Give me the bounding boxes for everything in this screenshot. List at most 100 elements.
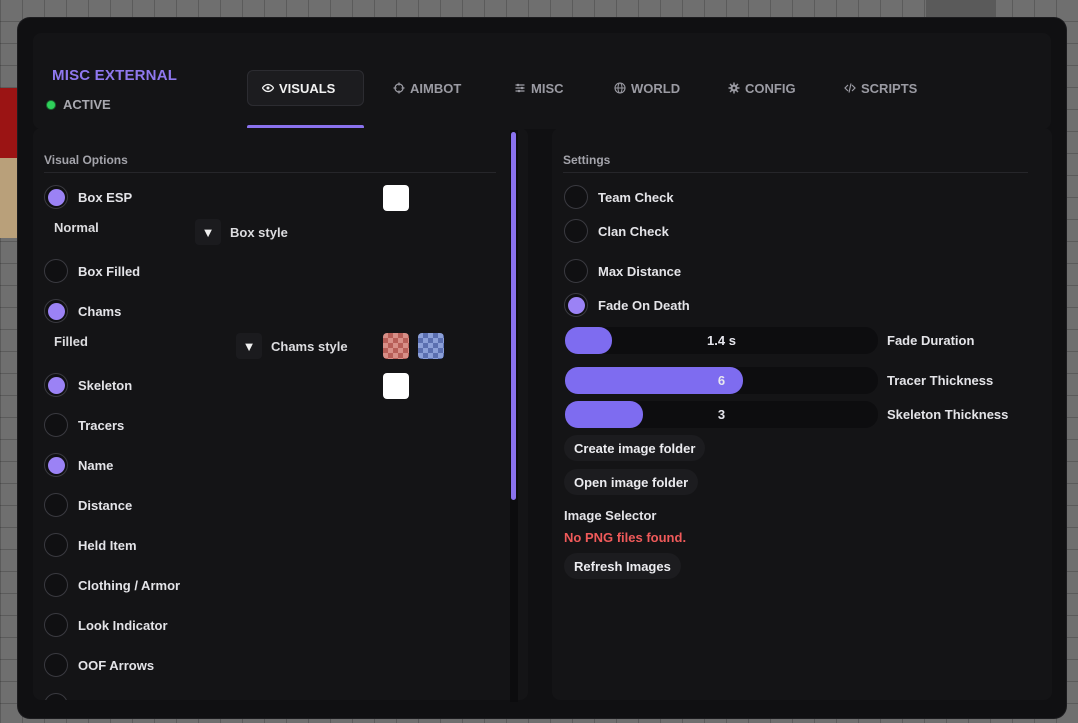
globe-icon	[614, 82, 626, 94]
option-label: OOF Arrows	[78, 657, 155, 673]
box-esp-radio[interactable]	[44, 185, 68, 209]
option-box-esp[interactable]: Box ESP	[44, 185, 132, 209]
skeleton-color-swatch[interactable]	[383, 373, 409, 399]
brand-title: MISC EXTERNAL	[52, 67, 178, 84]
status-indicator: ACTIVE	[47, 97, 111, 112]
option-distance[interactable]: Distance	[44, 493, 132, 517]
look-indicator-radio[interactable]	[44, 613, 68, 637]
fade-on-death-radio[interactable]	[564, 293, 588, 317]
option-label: Box ESP	[78, 189, 133, 205]
crosshair-icon	[393, 82, 405, 94]
option-clan-check[interactable]: Clan Check	[564, 219, 669, 243]
refresh-images-button[interactable]: Refresh Images	[564, 553, 681, 579]
option-name[interactable]: Name	[44, 453, 113, 477]
option-clothing-armor[interactable]: Clothing / Armor	[44, 573, 180, 597]
header-bar: MISC EXTERNAL ACTIVE VISUALS AIMBOT MISC…	[33, 33, 1051, 129]
option-look-indicator[interactable]: Look Indicator	[44, 613, 168, 637]
name-radio[interactable]	[44, 453, 68, 477]
team-check-radio[interactable]	[564, 185, 588, 209]
left-scrollbar[interactable]	[510, 130, 518, 702]
tab-label: WORLD	[631, 80, 681, 96]
box-color-swatch[interactable]	[383, 185, 409, 211]
chams-style-selected: Filled	[54, 334, 88, 349]
tab-label: SCRIPTS	[861, 80, 918, 96]
tab-config[interactable]: CONFIG	[714, 70, 810, 106]
chams-fill-color-swatch[interactable]	[383, 333, 409, 359]
image-selector-label: Image Selector	[564, 508, 657, 523]
status-label: ACTIVE	[63, 97, 111, 112]
open-image-folder-button[interactable]: Open image folder	[564, 469, 699, 495]
chevron-down-icon[interactable]: ▼	[236, 333, 262, 359]
slider-value: 1.4 s	[707, 333, 736, 348]
chams-radio[interactable]	[44, 299, 68, 323]
eye-icon	[262, 83, 274, 93]
panel-title: Visual Options	[44, 153, 128, 167]
clan-check-radio[interactable]	[564, 219, 588, 243]
chams-outline-color-swatch[interactable]	[418, 333, 444, 359]
option-label: Clan Check	[598, 223, 669, 239]
option-label: Name	[78, 457, 114, 473]
scrollbar-thumb[interactable]	[511, 132, 516, 500]
held-item-radio[interactable]	[44, 533, 68, 557]
create-image-folder-button[interactable]: Create image folder	[564, 435, 706, 461]
option-chams[interactable]: Chams	[44, 299, 121, 323]
option-label: Distance	[78, 497, 133, 513]
tab-misc[interactable]: MISC	[500, 70, 578, 106]
option-oof-arrows[interactable]: OOF Arrows	[44, 653, 154, 677]
clothing-armor-radio[interactable]	[44, 573, 68, 597]
tab-scripts[interactable]: SCRIPTS	[830, 70, 931, 106]
tracer-thickness-label: Tracer Thickness	[887, 373, 994, 388]
status-dot-icon	[47, 100, 55, 109]
option-label: Tracers	[78, 417, 125, 433]
tab-label: MISC	[531, 80, 564, 96]
option-team-check[interactable]: Team Check	[564, 185, 674, 209]
tab-aimbot[interactable]: AIMBOT	[379, 70, 475, 106]
option-max-distance[interactable]: Max Distance	[564, 259, 681, 283]
partial-radio[interactable]	[44, 693, 68, 700]
chams-style-value: Filled	[54, 334, 88, 349]
option-label: Chams	[78, 303, 122, 319]
option-label: Max Distance	[598, 263, 682, 279]
option-label: Box Filled	[78, 263, 141, 279]
tab-label: CONFIG	[745, 80, 796, 96]
divider	[44, 172, 496, 173]
skeleton-thickness-slider[interactable]: 3	[565, 401, 878, 428]
option-tracers[interactable]: Tracers	[44, 413, 124, 437]
slider-value: 6	[717, 373, 726, 388]
code-icon	[844, 83, 856, 93]
panel-title: Settings	[563, 153, 611, 167]
option-partial-next[interactable]	[44, 693, 78, 700]
max-distance-radio[interactable]	[564, 259, 588, 283]
oof-arrows-radio[interactable]	[44, 653, 68, 677]
tab-visuals[interactable]: VISUALS	[247, 70, 364, 106]
tracers-radio[interactable]	[44, 413, 68, 437]
chevron-down-icon[interactable]: ▼	[195, 219, 221, 245]
option-held-item[interactable]: Held Item	[44, 533, 137, 557]
tab-label: AIMBOT	[410, 80, 462, 96]
tab-label: VISUALS	[279, 80, 336, 96]
option-label: Clothing / Armor	[78, 577, 181, 593]
no-files-error: No PNG files found.	[564, 530, 687, 545]
tab-world[interactable]: WORLD	[600, 70, 694, 106]
sliders-icon	[515, 83, 525, 93]
option-skeleton[interactable]: Skeleton	[44, 373, 132, 397]
divider	[563, 172, 1028, 173]
chams-style-label: Chams style	[271, 338, 348, 354]
box-filled-radio[interactable]	[44, 259, 68, 283]
box-style-label: Box style	[230, 224, 288, 240]
tracer-thickness-slider[interactable]: 6	[565, 367, 878, 394]
option-label: Held Item	[78, 537, 137, 553]
option-box-filled[interactable]: Box Filled	[44, 259, 140, 283]
box-style-dropdown[interactable]: ▼ Box style	[195, 219, 288, 245]
skeleton-thickness-label: Skeleton Thickness	[887, 407, 1009, 422]
box-style-selected: Normal	[54, 220, 99, 235]
fade-duration-slider[interactable]: 1.4 s	[565, 327, 878, 354]
option-fade-on-death[interactable]: Fade On Death	[564, 293, 690, 317]
fade-duration-label: Fade Duration	[887, 333, 975, 348]
skeleton-radio[interactable]	[44, 373, 68, 397]
box-style-value: Normal	[54, 220, 99, 235]
chams-style-dropdown[interactable]: ▼ Chams style	[236, 333, 348, 359]
option-label: Team Check	[598, 189, 674, 205]
distance-radio[interactable]	[44, 493, 68, 517]
option-label: Look Indicator	[78, 617, 168, 633]
